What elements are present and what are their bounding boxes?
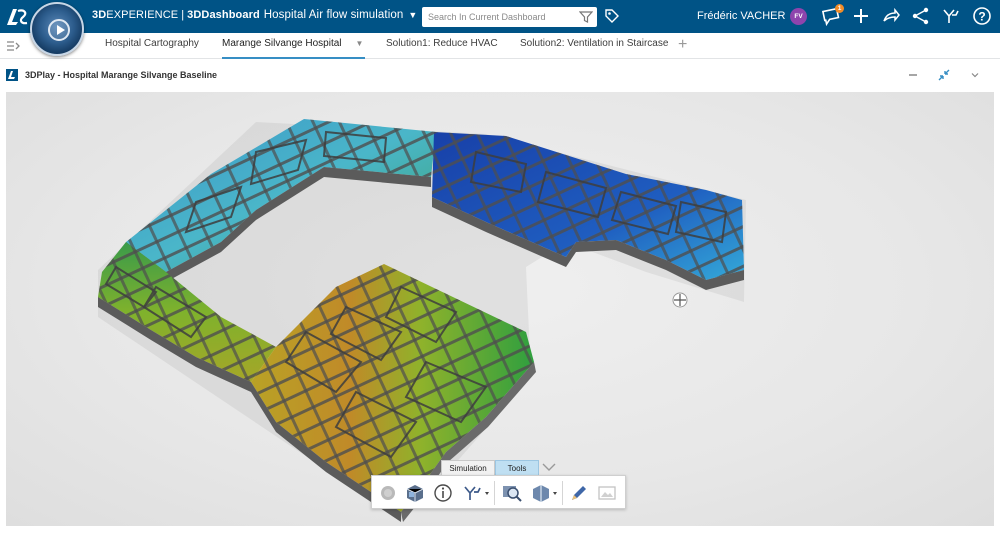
3d-box-icon[interactable] (404, 483, 426, 503)
dassault-logo-icon[interactable] (4, 5, 30, 29)
dashboard-tab-bar: Hospital Cartography Marange Silvange Ho… (0, 33, 1000, 59)
search-input[interactable] (428, 10, 573, 24)
image-icon[interactable] (596, 483, 618, 503)
chevron-down-icon[interactable]: ▼ (408, 10, 417, 20)
tab-simulation[interactable]: Simulation (441, 460, 495, 476)
tag-icon[interactable] (604, 8, 620, 24)
tab-hospital-cartography[interactable]: Hospital Cartography (105, 38, 199, 59)
section-icon[interactable] (530, 483, 552, 503)
chevron-down-icon[interactable] (541, 460, 557, 474)
add-tab-icon[interactable]: + (678, 36, 687, 54)
compass-icon[interactable] (30, 2, 84, 56)
tab-label: Solution2: Ventilation in Staircase (520, 38, 669, 49)
tab-marange-silvange-hospital[interactable]: Marange Silvange Hospital ▼ (222, 38, 366, 59)
chevron-down-icon[interactable]: ▼ (356, 39, 364, 48)
tab-solution1[interactable]: Solution1: Reduce HVAC (386, 38, 498, 59)
caret-down-icon[interactable] (553, 492, 557, 496)
avatar[interactable]: FV (790, 8, 807, 25)
search-box[interactable] (422, 7, 597, 27)
toolbar-divider (562, 481, 563, 505)
tab-label: Solution1: Reduce HVAC (386, 38, 498, 49)
caret-down-icon[interactable] (485, 492, 489, 496)
svg-text:?: ? (978, 10, 985, 24)
chevron-down-icon[interactable] (968, 68, 982, 82)
notification-badge: 1 (835, 4, 844, 13)
app-brand[interactable]: 3DEXPERIENCE | 3DDashboard Hospital Air flo… (92, 9, 417, 21)
widget-title: 3DPlay - Hospital Marange Silvange Basel… (25, 70, 218, 80)
3dplay-app-icon (6, 69, 18, 81)
brand-rest: EXPERIENCE (106, 9, 179, 21)
toolbar-divider (494, 481, 495, 505)
minimize-icon[interactable] (906, 68, 920, 82)
info-icon[interactable] (432, 483, 454, 503)
filter-icon[interactable] (579, 10, 593, 24)
user-name[interactable]: Frédéric VACHER (697, 10, 785, 22)
app-name: 3DDashboard (187, 9, 260, 21)
dashboard-title[interactable]: Hospital Air flow simulation (264, 9, 404, 21)
brand-separator: | (181, 9, 185, 21)
action-bar (371, 475, 626, 509)
tab-label: Hospital Cartography (105, 38, 199, 49)
zoom-icon[interactable] (501, 483, 523, 503)
sidebar-toggle-icon[interactable] (6, 39, 20, 53)
widget-title-bar: 3DPlay - Hospital Marange Silvange Basel… (0, 64, 1000, 88)
share-arrow-icon[interactable] (881, 6, 901, 26)
pencil-icon[interactable] (568, 483, 590, 503)
play-icon[interactable] (48, 19, 70, 41)
record-icon[interactable] (377, 483, 399, 503)
tab-tools[interactable]: Tools (495, 460, 539, 476)
plus-icon[interactable] (851, 6, 871, 26)
tab-solution2[interactable]: Solution2: Ventilation in Staircase (520, 38, 668, 59)
help-icon[interactable]: ? (972, 6, 992, 26)
compass-tools-icon[interactable] (941, 6, 961, 26)
collapse-arrows-icon[interactable] (937, 68, 951, 82)
network-share-icon[interactable] (911, 6, 931, 26)
brand-bold: 3D (92, 9, 107, 21)
fork-icon[interactable] (462, 483, 484, 503)
tab-label: Marange Silvange Hospital (222, 38, 342, 49)
move-cursor-icon (672, 292, 688, 308)
top-bar: 3DEXPERIENCE | 3DDashboard Hospital Air flo… (0, 0, 1000, 33)
